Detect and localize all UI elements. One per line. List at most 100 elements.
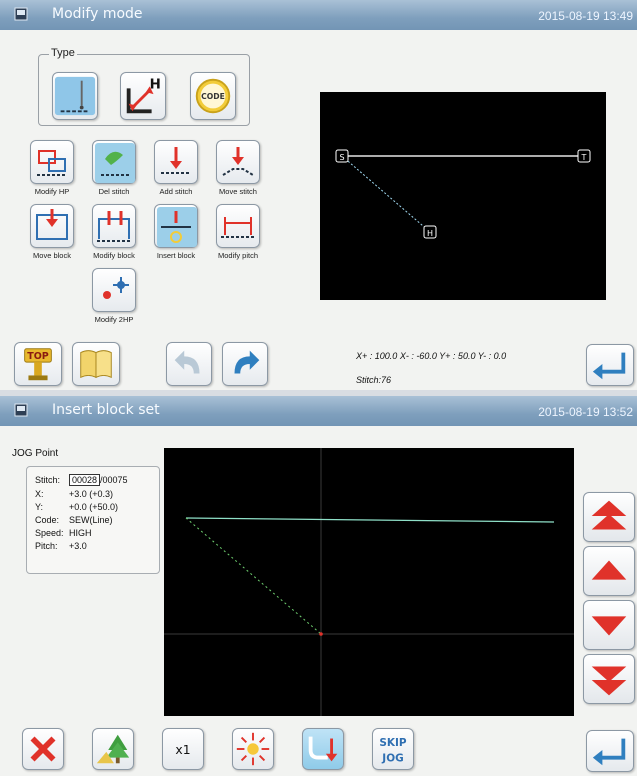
screen-title: Modify mode [52,6,143,22]
zoom-label: x1 [175,743,190,757]
tool-insert-block-button[interactable] [154,204,198,248]
add-stitch-icon [161,147,191,174]
pitch-label: Pitch: [35,541,58,551]
modify-mode-screen: Modify mode 2015-08-19 13:49 Type H CODE… [0,0,637,390]
x-minus: X- : -60.0 [399,351,437,361]
zoom-icon: x1 [175,743,190,757]
fast-up-button[interactable] [583,492,635,542]
end-marker-label: T [581,153,587,162]
title-bar: Insert block set 2015-08-19 13:52 [0,396,637,426]
enter-button-top[interactable] [586,344,634,386]
title-bar: Modify mode 2015-08-19 13:49 [0,0,637,30]
tool-del-stitch-button[interactable] [92,140,136,184]
x-plus: X+ : 100.0 [356,351,398,361]
code-badge-icon: CODE [195,78,231,114]
start-marker: S [335,149,349,163]
tool-move-block-button[interactable] [30,204,74,248]
stitch-total: /00075 [100,475,128,485]
end-marker: T [577,149,591,163]
jog-point [319,632,323,636]
insert-block-set-screen: Insert block set 2015-08-19 13:52 JOG Po… [0,396,637,776]
jog-point-title: JOG Point [12,448,59,459]
top-position-icon: TOP [24,348,52,381]
y-value: +0.0 (+50.0) [69,502,119,512]
start-marker-label: S [339,153,344,162]
stitch-count: Stitch:76 [356,375,392,385]
screen-title: Insert block set [52,402,160,418]
undo-button[interactable] [166,342,212,386]
modify-block-icon [97,211,131,242]
move-block-icon [36,209,68,240]
tool-modify-block-button[interactable] [92,204,136,248]
insert-block-icon [157,207,197,247]
tool-label: Move block [33,251,71,260]
window-icon [14,403,28,417]
tool-label: Modify block [93,251,135,260]
down-icon [591,616,627,636]
pattern-canvas[interactable]: S T H [320,92,606,300]
scenery-tree-icon [96,734,130,764]
enter-button-bottom[interactable] [586,730,634,772]
scenery-button[interactable] [92,728,134,770]
pattern-preview: S T H [335,149,591,239]
pitch-value: +3.0 [69,541,87,551]
tool-move-stitch-button[interactable] [216,140,260,184]
needle-down-button[interactable] [302,728,344,770]
needle-down-icon [308,736,338,762]
tool-modify-2hp-button[interactable] [92,268,136,312]
coordinate-readout: X+ : 100.0 X- : -60.0 Y+ : 50.0 Y- : 0.0 [356,351,506,361]
type-code-button[interactable]: CODE [190,72,236,120]
datetime: 2015-08-19 13:49 [538,9,633,23]
enter-icon [592,738,626,766]
type-stitch-button[interactable] [52,72,98,120]
skip-jog-button[interactable]: SKIP JOG [372,728,414,770]
book-icon [80,350,112,379]
center-button[interactable] [232,728,274,770]
jog-preview [164,448,574,716]
fast-down-icon [591,666,627,696]
type-home-button[interactable]: H [120,72,166,120]
redo-button[interactable] [222,342,268,386]
speed-label: Speed: [35,528,64,538]
stitch-number-field[interactable]: 00028 [69,474,101,486]
tool-label: Modify pitch [217,251,259,260]
up-button[interactable] [583,546,635,596]
tool-label: Add stitch [159,187,193,196]
code-value: SEW(Line) [69,515,113,525]
tool-add-stitch-button[interactable] [154,140,198,184]
up-icon [591,560,627,580]
y-minus: Y- : 0.0 [477,351,507,361]
tool-modify-hp-button[interactable] [30,140,74,184]
jog-canvas[interactable] [164,448,574,716]
home-position-arrow-icon: H [126,77,161,114]
svg-text:JOG: JOG [381,752,403,764]
undo-icon [174,350,200,374]
home-marker: H [423,225,437,239]
fast-up-icon [591,500,627,530]
svg-text:TOP: TOP [27,351,49,362]
top-button[interactable]: TOP [14,342,62,386]
skip-jog-icon: SKIP JOG [379,737,407,764]
center-burst-icon [236,732,270,766]
window-icon [14,7,28,21]
zoom-button[interactable]: x1 [162,728,204,770]
tool-label: Del stitch [98,187,130,196]
svg-text:H: H [150,77,161,92]
feed-line [341,155,431,233]
feed-line [185,517,322,635]
home-marker-label: H [427,229,433,238]
datetime: 2015-08-19 13:52 [538,405,633,419]
cancel-button[interactable] [22,728,64,770]
tool-label: Modify HP [34,187,70,196]
down-button[interactable] [583,600,635,650]
type-group-label: Type [49,47,77,59]
y-label: Y: [35,502,44,512]
code-label: Code: [35,515,60,525]
tool-modify-pitch-button[interactable] [216,204,260,248]
x-label: X: [35,489,44,499]
fast-down-button[interactable] [583,654,635,704]
tool-label: Modify 2HP [94,315,134,324]
speed-value: HIGH [69,528,92,538]
book-button[interactable] [72,342,120,386]
delete-stitch-icon [95,143,135,183]
